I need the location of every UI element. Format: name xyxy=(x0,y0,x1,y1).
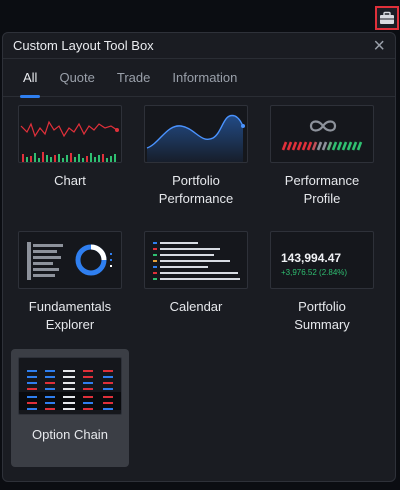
chart-thumbnail xyxy=(18,105,122,163)
close-icon[interactable]: × xyxy=(373,36,385,56)
toolbox-panel: Custom Layout Tool Box × All Quote Trade… xyxy=(2,32,396,482)
toolbox-button[interactable] xyxy=(375,6,399,30)
tile-chart-label: Chart xyxy=(54,173,86,188)
tile-option-chain-label: Option Chain xyxy=(32,427,108,442)
portfolio-summary-thumbnail: 143,994.47 +3,976.52 (2.84%) xyxy=(270,231,374,289)
tab-trade[interactable]: Trade xyxy=(117,59,150,97)
tile-performance-profile-label: Performance Profile xyxy=(284,173,360,206)
panel-title: Custom Layout Tool Box xyxy=(13,38,154,53)
summary-change: +3,976.52 (2.84%) xyxy=(281,268,348,277)
tab-quote[interactable]: Quote xyxy=(59,59,94,97)
tab-information[interactable]: Information xyxy=(172,59,237,97)
tile-option-chain[interactable]: Option Chain xyxy=(11,349,129,467)
tile-portfolio-summary-label: Portfolio Summary xyxy=(294,299,350,332)
portfolio-performance-thumbnail xyxy=(144,105,248,163)
summary-value: 143,994.47 xyxy=(281,251,342,265)
briefcase-icon xyxy=(380,11,394,24)
fundamentals-explorer-thumbnail xyxy=(18,231,122,289)
tile-portfolio-performance-label: Portfolio Performance xyxy=(158,173,234,206)
tile-calendar-label: Calendar xyxy=(169,299,223,314)
panel-header: Custom Layout Tool Box × xyxy=(3,33,395,59)
tile-fundamentals-explorer-label: Fundamentals Explorer xyxy=(28,299,112,332)
tab-bar: All Quote Trade Information xyxy=(3,59,395,98)
tile-portfolio-summary[interactable]: 143,994.47 +3,976.52 (2.84%) Portfolio S… xyxy=(263,231,381,334)
calendar-thumbnail xyxy=(144,231,248,289)
tile-fundamentals-explorer[interactable]: Fundamentals Explorer xyxy=(11,231,129,334)
option-chain-thumbnail xyxy=(18,357,122,415)
tile-calendar[interactable]: Calendar xyxy=(137,231,255,316)
performance-profile-thumbnail xyxy=(270,105,374,163)
tab-all[interactable]: All xyxy=(19,59,42,98)
tile-performance-profile[interactable]: Performance Profile xyxy=(263,105,381,208)
tile-chart[interactable]: Chart xyxy=(11,105,129,190)
infinity-icon xyxy=(309,120,337,132)
tile-portfolio-performance[interactable]: Portfolio Performance xyxy=(137,105,255,208)
